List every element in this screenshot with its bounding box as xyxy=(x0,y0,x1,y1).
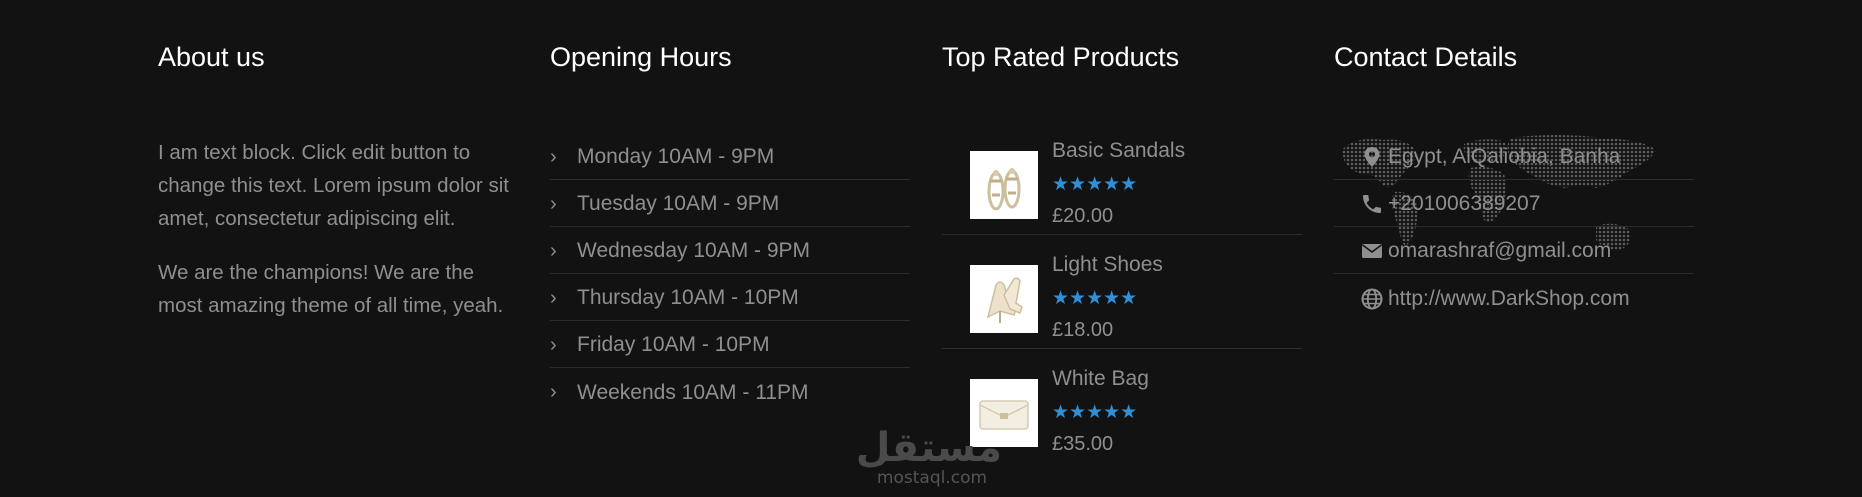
chevron-right-icon: › xyxy=(550,239,557,262)
contact-website: http://www.DarkShop.com xyxy=(1334,274,1694,321)
hours-label: Tuesday 10AM - 9PM xyxy=(577,192,780,215)
contact-list: Egypt, AlQaliobia, Banha +201006389207 o… xyxy=(1334,133,1694,321)
phone-icon xyxy=(1363,195,1381,213)
chevron-right-icon: › xyxy=(550,192,557,215)
contact-website-link[interactable]: http://www.DarkShop.com xyxy=(1388,287,1630,311)
globe-icon xyxy=(1361,288,1383,309)
product-price: £35.00 xyxy=(1052,433,1114,455)
contact-email: omarashraf@gmail.com xyxy=(1334,227,1694,274)
star-rating: ★★★★★ xyxy=(1052,402,1138,423)
envelope-icon xyxy=(1362,244,1382,258)
hours-item-monday: › Monday 10AM - 9PM xyxy=(550,133,910,180)
product-item: Basic Sandals ★★★★★ £20.00 xyxy=(942,121,1302,235)
contact-phone: +201006389207 xyxy=(1334,180,1694,227)
watermark-arabic: مستقل xyxy=(855,425,1002,471)
product-thumbnail[interactable] xyxy=(970,265,1038,333)
opening-hours-title: Opening Hours xyxy=(550,42,732,72)
contact-phone-text: +201006389207 xyxy=(1388,192,1541,215)
hours-label: Wednesday 10AM - 9PM xyxy=(577,239,811,262)
product-item: Light Shoes ★★★★★ £18.00 xyxy=(942,235,1302,349)
about-paragraph-2: We are the champions! We are the most am… xyxy=(158,261,504,317)
product-price: £18.00 xyxy=(1052,319,1114,341)
star-rating: ★★★★★ xyxy=(1052,288,1138,309)
map-marker-icon xyxy=(1364,147,1380,167)
hours-label: Weekends 10AM - 11PM xyxy=(577,380,809,404)
hours-item-wednesday: › Wednesday 10AM - 9PM xyxy=(550,227,910,274)
footer: About us I am text block. Click edit but… xyxy=(0,0,1862,497)
hours-item-tuesday: › Tuesday 10AM - 9PM xyxy=(550,180,910,227)
contact-details-title: Contact Details xyxy=(1334,42,1518,72)
chevron-right-icon: › xyxy=(550,381,557,403)
contact-address: Egypt, AlQaliobia, Banha xyxy=(1334,133,1694,180)
sandals-icon xyxy=(970,151,1038,219)
contact-address-text: Egypt, AlQaliobia, Banha xyxy=(1388,145,1621,168)
hours-label: Friday 10AM - 10PM xyxy=(577,333,770,356)
about-title: About us xyxy=(158,42,265,72)
hours-label: Thursday 10AM - 10PM xyxy=(577,286,799,309)
product-name-link[interactable]: Basic Sandals xyxy=(1052,139,1185,163)
hours-item-friday: › Friday 10AM - 10PM xyxy=(550,321,910,368)
star-rating: ★★★★★ xyxy=(1052,174,1138,195)
mostaql-watermark: مستقل mostaql.com xyxy=(855,425,1002,488)
product-price: £20.00 xyxy=(1052,205,1114,227)
watermark-latin: mostaql.com xyxy=(876,468,988,488)
hours-label: Monday 10AM - 9PM xyxy=(577,145,775,168)
chevron-right-icon: › xyxy=(550,333,557,356)
hours-item-weekends: › Weekends 10AM - 11PM xyxy=(550,368,910,415)
heels-icon xyxy=(970,265,1038,333)
contact-email-link[interactable]: omarashraf@gmail.com xyxy=(1388,239,1611,263)
about-paragraph-1: I am text block. Click edit button to ch… xyxy=(158,141,509,230)
product-thumbnail[interactable] xyxy=(970,151,1038,219)
product-name-link[interactable]: Light Shoes xyxy=(1052,253,1163,277)
hours-item-thursday: › Thursday 10AM - 10PM xyxy=(550,274,910,321)
top-rated-products-title: Top Rated Products xyxy=(942,42,1180,72)
chevron-right-icon: › xyxy=(550,145,557,168)
hours-list: › Monday 10AM - 9PM › Tuesday 10AM - 9PM… xyxy=(550,133,910,415)
product-name-link[interactable]: White Bag xyxy=(1052,367,1149,391)
chevron-right-icon: › xyxy=(550,286,557,309)
